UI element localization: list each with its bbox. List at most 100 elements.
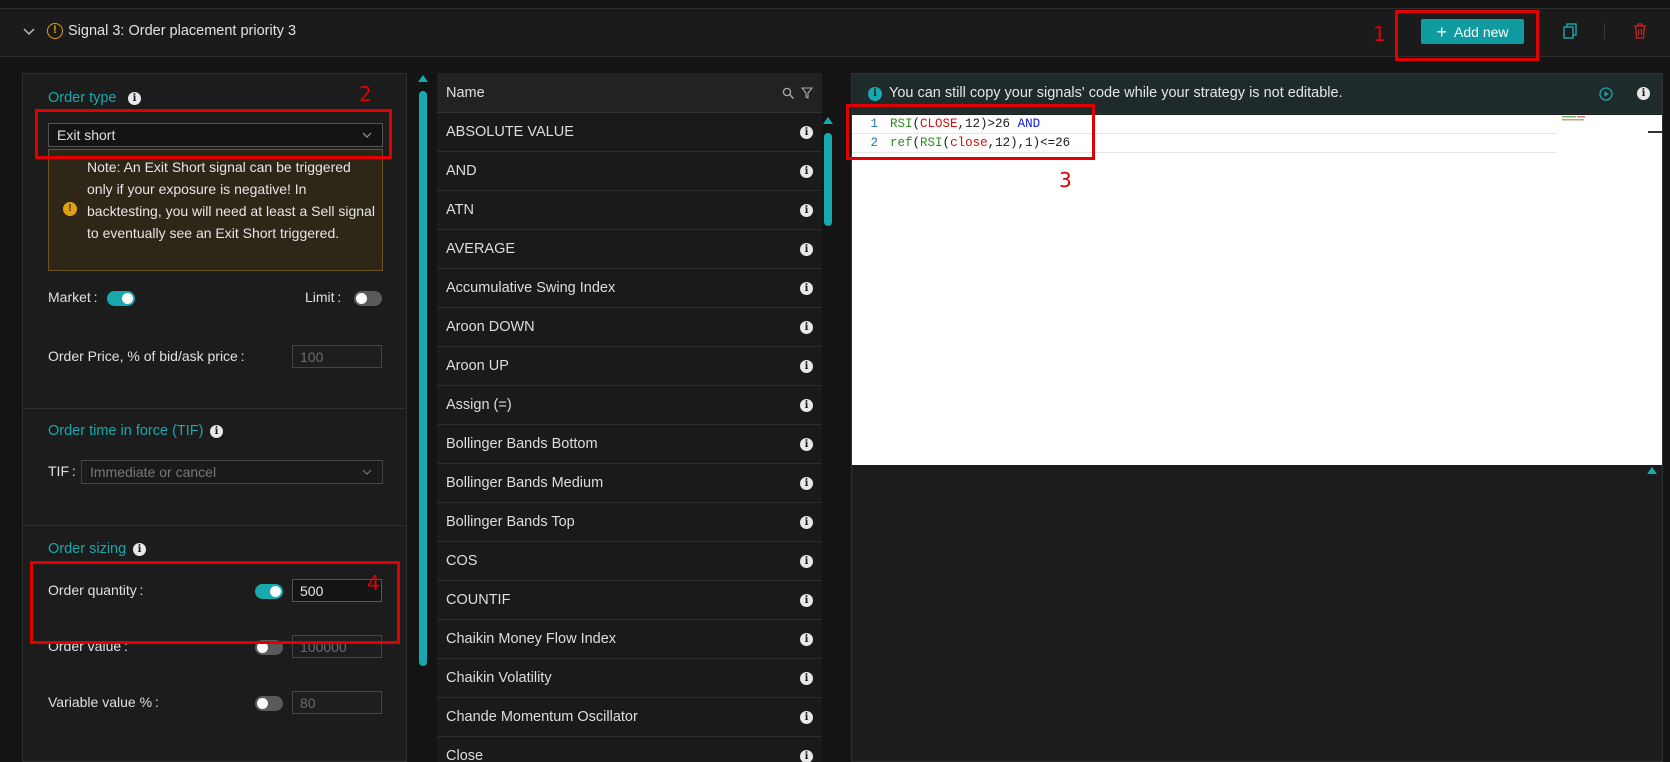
filter-icon[interactable] [801, 87, 813, 99]
info-icon[interactable]: i [800, 594, 813, 607]
scroll-up-arrow[interactable] [1647, 467, 1657, 474]
function-list-item[interactable]: Accumulative Swing Index i [437, 269, 822, 308]
info-icon[interactable]: i [800, 360, 813, 373]
function-list-item[interactable]: ATN i [437, 191, 822, 230]
function-name: Assign (=) [446, 397, 512, 413]
info-icon[interactable]: i [800, 477, 813, 490]
function-list-item[interactable]: ABSOLUTE VALUE i [437, 113, 822, 152]
editor-scrollbar[interactable] [1648, 131, 1662, 133]
function-name: Bollinger Bands Medium [446, 475, 604, 491]
order-type-title: Order type [48, 90, 117, 106]
info-icon[interactable]: i [800, 438, 813, 451]
annotation-box-4 [30, 561, 400, 644]
code-panel: i You can still copy your signals' code … [851, 73, 1663, 762]
market-toggle[interactable] [107, 291, 135, 306]
info-icon[interactable]: i [800, 711, 813, 724]
info-icon[interactable]: i [800, 399, 813, 412]
code-editor[interactable]: 1 RSI(CLOSE,12)>26 AND 2 ref(RSI(close,1… [852, 115, 1662, 465]
annotation-number-4: 4 [367, 571, 380, 595]
info-icon[interactable]: i [800, 672, 813, 685]
scroll-up-arrow[interactable] [823, 117, 833, 124]
editor-minimap[interactable] [1562, 115, 1592, 123]
settings-scrollbar[interactable] [419, 91, 427, 666]
function-list-item[interactable]: Chaikin Money Flow Index i [437, 620, 822, 659]
function-name: Chande Momentum Oscillator [446, 709, 638, 725]
function-name: ABSOLUTE VALUE [446, 124, 574, 140]
order-sizing-info-icon[interactable]: i [133, 543, 146, 556]
function-list-header: Name [437, 73, 822, 113]
order-price-label: Order Price, % of bid/ask price : [48, 348, 245, 364]
info-icon[interactable]: i [800, 204, 813, 217]
annotation-box-2 [35, 109, 392, 159]
function-list-item[interactable]: Aroon UP i [437, 347, 822, 386]
order-sizing-title: Order sizing [48, 541, 127, 557]
function-list-item[interactable]: Bollinger Bands Top i [437, 503, 822, 542]
function-name: COS [446, 553, 478, 569]
collapse-chevron-icon[interactable] [22, 25, 36, 39]
order-price-input[interactable] [292, 345, 382, 368]
info-icon[interactable]: i [800, 243, 813, 256]
function-list-item[interactable]: AVERAGE i [437, 230, 822, 269]
chevron-down-icon [362, 469, 372, 475]
function-name: AND [446, 163, 477, 179]
tif-title: Order time in force (TIF) [48, 423, 204, 439]
function-list-item[interactable]: Chaikin Volatility i [437, 659, 822, 698]
note-text: Note: An Exit Short signal can be trigge… [87, 159, 375, 241]
function-list-item[interactable]: AND i [437, 152, 822, 191]
function-list-scrollbar[interactable] [824, 133, 832, 226]
top-edge [0, 0, 1670, 9]
warning-icon: ! [47, 23, 63, 39]
function-name: Bollinger Bands Bottom [446, 436, 598, 452]
trash-icon[interactable] [1633, 23, 1647, 39]
function-name: Accumulative Swing Index [446, 280, 616, 296]
function-list-panel: Name ABSOLUTE VALUE i AND i ATN i AVERAGE i Accu… [437, 73, 822, 762]
tif-info-icon[interactable]: i [210, 425, 223, 438]
limit-toggle[interactable] [354, 291, 382, 306]
variable-value-input[interactable] [292, 691, 382, 714]
function-name: Bollinger Bands Top [446, 514, 575, 530]
function-list-item[interactable]: Chande Momentum Oscillator i [437, 698, 822, 737]
function-name: Close [446, 748, 484, 762]
function-list-item[interactable]: Bollinger Bands Medium i [437, 464, 822, 503]
code-info-icon[interactable]: i [1637, 87, 1650, 100]
function-list-item[interactable]: Bollinger Bands Bottom i [437, 425, 822, 464]
order-settings-panel: Order type i Exit short ! Note: An Exit … [22, 73, 407, 762]
annotation-box-3 [846, 104, 1095, 160]
info-icon[interactable]: i [800, 126, 813, 139]
header-separator [1604, 23, 1605, 39]
annotation-box-1 [1395, 10, 1539, 61]
function-list-item[interactable]: Aroon DOWN i [437, 308, 822, 347]
info-icon[interactable]: i [800, 555, 813, 568]
search-icon[interactable] [782, 87, 795, 100]
name-column-header: Name [446, 85, 485, 101]
function-name: Aroon UP [446, 358, 509, 374]
function-name: Aroon DOWN [446, 319, 535, 335]
function-list-item[interactable]: Assign (=) i [437, 386, 822, 425]
info-icon[interactable]: i [800, 633, 813, 646]
variable-value-toggle[interactable] [255, 696, 283, 711]
variable-value-label: Variable value % : [48, 694, 159, 710]
function-list-item[interactable]: Close i [437, 737, 822, 762]
info-icon[interactable]: i [800, 282, 813, 295]
scroll-up-arrow[interactable] [418, 75, 428, 82]
info-icon[interactable]: i [800, 165, 813, 178]
function-list-item[interactable]: COUNTIF i [437, 581, 822, 620]
signal-title: Signal 3: Order placement priority 3 [68, 23, 297, 39]
section-divider [23, 525, 406, 526]
info-icon[interactable]: i [800, 516, 813, 529]
market-label: Market : [48, 289, 98, 305]
info-icon[interactable]: i [800, 321, 813, 334]
annotation-number-2: 2 [359, 82, 372, 106]
tif-select[interactable]: Immediate or cancel [81, 460, 383, 484]
order-type-info-icon[interactable]: i [128, 92, 141, 105]
exit-short-note: ! Note: An Exit Short signal can be trig… [48, 149, 383, 271]
annotation-number-1: 1 [1373, 22, 1386, 46]
info-icon[interactable]: i [800, 750, 813, 762]
run-icon[interactable] [1599, 87, 1613, 101]
copy-icon[interactable] [1563, 23, 1577, 39]
function-list-item[interactable]: COS i [437, 542, 822, 581]
info-icon: i [868, 87, 882, 101]
function-name: Chaikin Money Flow Index [446, 631, 617, 647]
function-name: AVERAGE [446, 241, 516, 257]
function-name: ATN [446, 202, 474, 218]
